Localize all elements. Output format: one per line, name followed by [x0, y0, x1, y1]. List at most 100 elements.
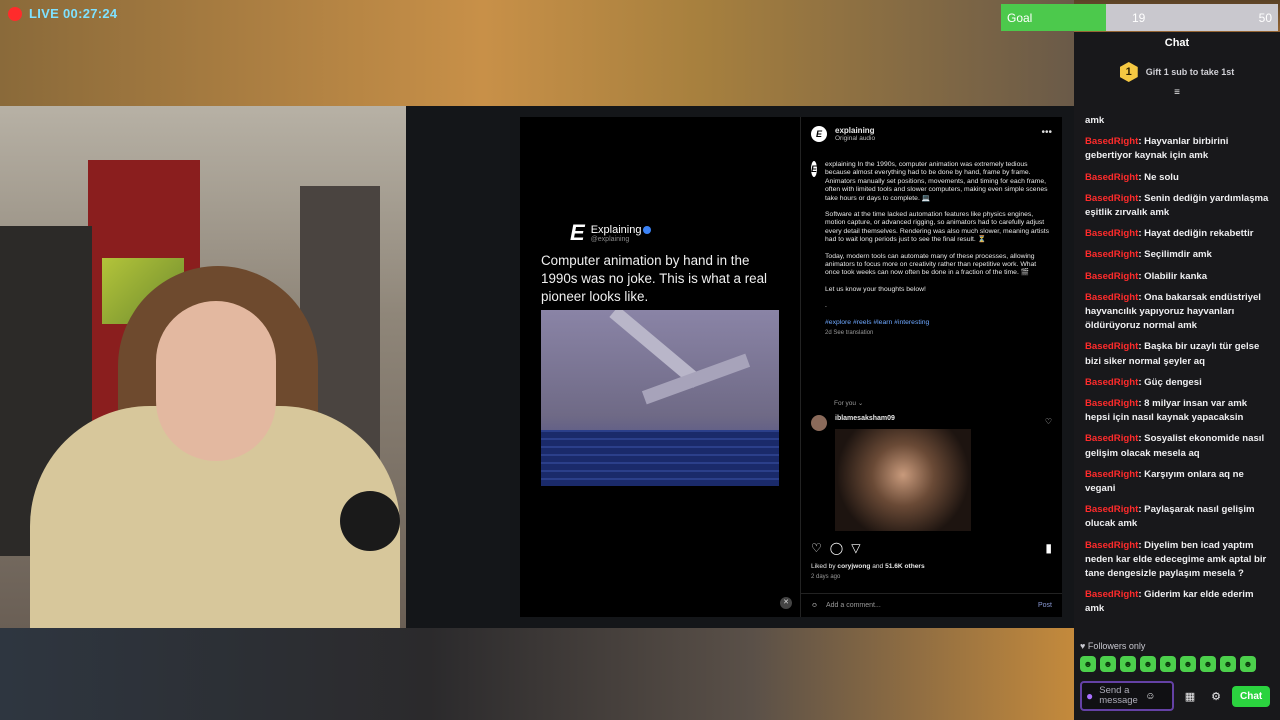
chat-username[interactable]: BasedRight: [1085, 249, 1138, 260]
post-paragraph: .: [825, 302, 827, 310]
chat-text: : Ne solu: [1138, 171, 1179, 183]
more-options-icon[interactable]: •••: [1041, 127, 1052, 138]
reel-brand-handle: @explaining: [590, 235, 630, 243]
stream-background-top: [0, 0, 1074, 106]
chat-filter-icon[interactable]: ≡: [1074, 88, 1280, 100]
chat-username[interactable]: BasedRight: [1085, 398, 1138, 409]
gear-icon[interactable]: ⚙: [1206, 690, 1226, 703]
chat-text: : Olabilir kanka: [1138, 270, 1208, 282]
chat-send-button[interactable]: Chat: [1232, 685, 1271, 707]
store-icon[interactable]: ▦: [1180, 690, 1200, 703]
chat-username[interactable]: BasedRight: [1085, 271, 1138, 282]
mute-icon[interactable]: ✕: [780, 597, 792, 609]
chat-message: amk: [1085, 114, 1272, 128]
chat-message: BasedRight: Seçilimdir amk: [1085, 248, 1272, 262]
chat-message: BasedRight: Başka bir uzaylı tür gelse b…: [1085, 340, 1272, 368]
add-comment-input[interactable]: Add a comment...: [826, 602, 1030, 609]
stream-background-bottom: [0, 628, 1074, 720]
comment-like-icon[interactable]: ♡: [1045, 417, 1052, 426]
chat-username[interactable]: BasedRight: [1085, 193, 1138, 204]
chat-message: BasedRight: Paylaşarak nasıl gelişim olu…: [1085, 503, 1272, 531]
chat-message: BasedRight: Hayvanlar birbirini gebertiy…: [1085, 135, 1272, 163]
post-description: E explaining In the 1990s, computer anim…: [811, 161, 1051, 346]
reel-animation-clip[interactable]: [541, 310, 779, 486]
screen-share: E Explaining @explaining Computer animat…: [406, 106, 1074, 628]
share-icon[interactable]: ▽: [851, 541, 860, 555]
chat-username[interactable]: BasedRight: [1085, 589, 1138, 600]
gift-text: Gift 1 sub to take 1st: [1145, 67, 1235, 77]
emote-icon[interactable]: ☻: [1140, 656, 1156, 672]
emote-icon[interactable]: ☻: [1100, 656, 1116, 672]
post-paragraph: Let us know your thoughts below!: [825, 285, 926, 293]
emote-icon[interactable]: ☻: [1160, 656, 1176, 672]
post-sidebar: E explaining Original audio ••• E explai…: [800, 117, 1062, 617]
account-name[interactable]: explaining: [835, 126, 875, 135]
chat-title: Chat: [1164, 37, 1190, 49]
emote-icon[interactable]: ☻: [1180, 656, 1196, 672]
gift-leaderboard[interactable]: 1 Gift 1 sub to take 1st: [1074, 56, 1280, 88]
commenter-avatar[interactable]: [811, 415, 827, 431]
chat-message: BasedRight: Senin dediğin yardımlaşma eş…: [1085, 192, 1272, 220]
chat-username[interactable]: BasedRight: [1085, 292, 1138, 303]
chat-message: BasedRight: Güç dengesi: [1085, 376, 1272, 390]
chat-input-row: ● Send a message ☺ ▦ ⚙ Chat: [1074, 679, 1280, 713]
emote-icon[interactable]: ☻: [1200, 656, 1216, 672]
goal-bar: Goal 19 50: [1001, 4, 1278, 31]
chat-message: BasedRight: 8 milyar insan var amk hepsi…: [1085, 397, 1272, 425]
audio-label[interactable]: Original audio: [835, 135, 875, 142]
chat-text: : Hayat dediğin rekabettir: [1138, 228, 1254, 240]
post-paragraph: Today, modern tools can automate many of…: [825, 252, 1037, 277]
chat-messages: amk BasedRight: Hayvanlar birbirini geber…: [1074, 114, 1280, 634]
account-avatar[interactable]: E: [811, 126, 827, 142]
chat-input[interactable]: ● Send a message ☺: [1080, 681, 1174, 711]
chat-username[interactable]: BasedRight: [1085, 228, 1138, 239]
post-meta[interactable]: 2d See translation: [825, 329, 1051, 337]
liked-by-count[interactable]: 51.6K others: [885, 563, 925, 570]
comment-image: [835, 429, 971, 531]
goal-target: 50: [1258, 10, 1272, 25]
comment-icon[interactable]: ◯: [830, 541, 843, 555]
chat-username[interactable]: BasedRight: [1085, 469, 1138, 480]
webcam-feed: [0, 106, 406, 628]
liked-by-user[interactable]: coryjwong: [837, 563, 870, 570]
bookmark-icon[interactable]: ▮: [1045, 541, 1052, 555]
emoji-icon[interactable]: ☺: [811, 602, 818, 609]
chat-message: BasedRight: Diyelim ben icad yaptım nede…: [1085, 539, 1272, 582]
live-dot-icon: [8, 6, 22, 21]
emoji-picker-icon[interactable]: ☺: [1145, 691, 1155, 702]
chat-username[interactable]: BasedRight: [1085, 341, 1138, 352]
followers-only-label: ♥ Followers only: [1080, 641, 1146, 651]
chat-message: BasedRight: Karşıyım onlara aq ne vegani: [1085, 468, 1272, 496]
goal-current: 19: [1132, 10, 1146, 25]
rank-badge-icon: 1: [1119, 62, 1138, 82]
mic-icon[interactable]: ●: [1086, 689, 1093, 703]
live-indicator: LIVE 00:27:24: [8, 6, 117, 21]
post-hashtags[interactable]: #explore #reels #learn #interesting: [825, 319, 1051, 327]
description-avatar: E: [811, 161, 818, 177]
verified-icon: [643, 225, 652, 234]
for-you-label[interactable]: For you ⌄: [834, 399, 863, 407]
chat-message: BasedRight: Sosyalist ekonomide nasıl ge…: [1085, 432, 1272, 460]
chat-username[interactable]: BasedRight: [1085, 136, 1138, 147]
reel-video-panel[interactable]: E Explaining @explaining Computer animat…: [520, 117, 800, 617]
goal-label: Goal: [1007, 10, 1033, 25]
chat-username[interactable]: BasedRight: [1085, 540, 1138, 551]
chat-message: BasedRight: Giderim kar elde ederim amk: [1085, 588, 1272, 616]
liked-by-prefix: Liked by: [811, 563, 838, 570]
chat-username[interactable]: BasedRight: [1085, 172, 1138, 183]
reel-brand: E Explaining @explaining: [570, 222, 652, 244]
liked-by: Liked by coryjwong and 51.6K others: [811, 563, 925, 570]
post-header: E explaining Original audio: [811, 126, 875, 142]
emote-icon[interactable]: ☻: [1220, 656, 1236, 672]
chat-username[interactable]: BasedRight: [1085, 433, 1138, 444]
chat-username[interactable]: BasedRight: [1085, 377, 1138, 388]
emote-icon[interactable]: ☻: [1240, 656, 1256, 672]
chat-text: : Seçilimdir amk: [1138, 249, 1212, 261]
like-icon[interactable]: ♡: [811, 541, 822, 555]
emote-icon[interactable]: ☻: [1120, 656, 1136, 672]
chat-username[interactable]: BasedRight: [1085, 504, 1138, 515]
emote-icon[interactable]: ☻: [1080, 656, 1096, 672]
post-comment-button[interactable]: Post: [1038, 602, 1052, 609]
chat-text: : Güç dengesi: [1138, 376, 1202, 388]
emote-bar: ☻ ☻ ☻ ☻ ☻ ☻ ☻ ☻ ☻: [1080, 656, 1256, 672]
